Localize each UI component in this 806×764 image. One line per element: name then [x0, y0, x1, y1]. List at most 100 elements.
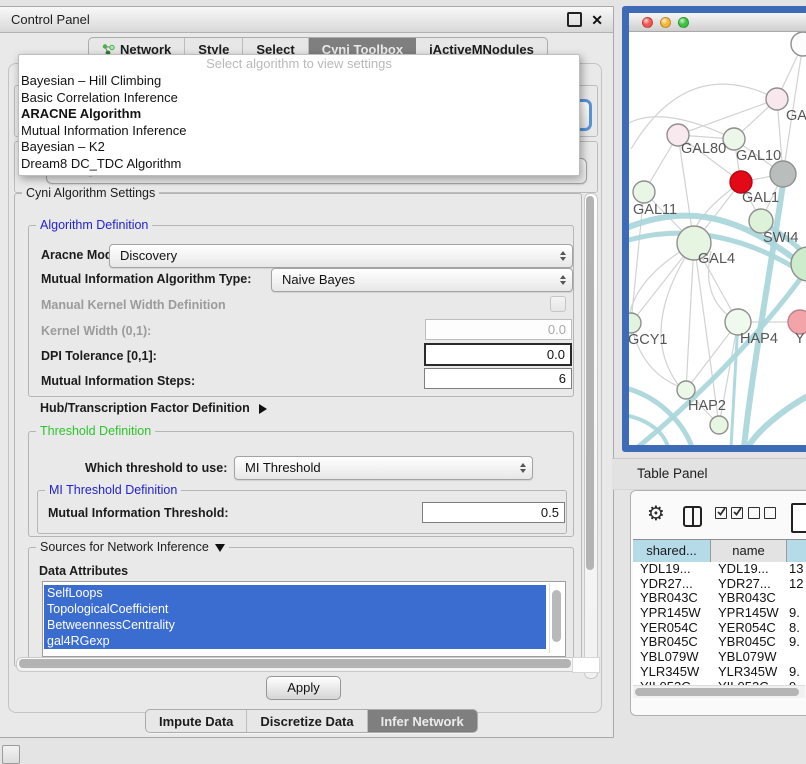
- mi-type-label: Mutual Information Algorithm Type:: [41, 272, 251, 286]
- table-row[interactable]: YDL19...YDL19...13: [633, 562, 806, 577]
- node-label-swi4: SWI4: [763, 230, 798, 246]
- table-row[interactable]: YBR043CYBR043C: [633, 591, 806, 606]
- data-attributes-listbox[interactable]: SelfLoopsTopologicalCoefficientBetweenne…: [42, 581, 566, 657]
- apply-button[interactable]: Apply: [266, 676, 341, 700]
- tab-discretize-data[interactable]: Discretize Data: [247, 710, 367, 732]
- combo-arrows-icon: [560, 251, 566, 261]
- chevron-right-icon: [259, 404, 267, 414]
- settings-hscroll-thumb[interactable]: [19, 659, 571, 668]
- algorithm-option-basic-correlation-inference[interactable]: Basic Correlation Inference: [19, 90, 579, 107]
- table-horizontal-scrollbar[interactable]: [633, 685, 805, 698]
- combo-arrows-icon: [520, 463, 526, 473]
- network-node-hap2[interactable]: [677, 381, 695, 399]
- algorithm-option-bayesian-k2[interactable]: Bayesian – K2: [19, 139, 579, 156]
- table-cell: [787, 591, 806, 606]
- algorithm-definition-group: Algorithm Definition Aracne Mode: Discov…: [28, 225, 574, 397]
- node-label-gal10: GAL10: [736, 148, 781, 164]
- network-edge[interactable]: [686, 243, 694, 390]
- minimized-panel-icon[interactable]: [2, 745, 20, 764]
- network-node-gal10[interactable]: [723, 128, 745, 150]
- table-row[interactable]: YLR345WYLR345W9.: [633, 665, 806, 680]
- tab-impute-data[interactable]: Impute Data: [146, 710, 247, 732]
- network-graph[interactable]: GALGAL80GAL10GAL1GAL11SWI4GAL4GCY1HAP4YH…: [629, 32, 806, 445]
- aracne-mode-combo[interactable]: Discovery: [109, 244, 573, 268]
- float-panel-icon[interactable]: [567, 12, 582, 27]
- table-toolbar: ⚙: [631, 491, 806, 537]
- file-icon[interactable]: [791, 503, 806, 533]
- zoom-window-icon[interactable]: [678, 17, 689, 28]
- control-panel-titlebar: Control Panel ✕: [0, 7, 613, 33]
- minimize-window-icon[interactable]: [660, 17, 671, 28]
- network-node[interactable]: [791, 32, 806, 56]
- data-attribute-item[interactable]: BetweennessCentrality: [44, 617, 546, 633]
- network-node-gal[interactable]: [766, 88, 788, 110]
- select-all-icon[interactable]: [715, 507, 743, 519]
- network-node-gal11[interactable]: [633, 181, 655, 203]
- column-header-name[interactable]: name: [711, 540, 787, 563]
- table-row[interactable]: YBR045CYBR045C9.: [633, 635, 806, 650]
- aracne-mode-value: Discovery: [110, 245, 572, 266]
- network-node[interactable]: [710, 416, 728, 434]
- table-cell: YER054C: [711, 621, 787, 636]
- dropdown-placeholder: Select algorithm to view settings: [19, 55, 579, 73]
- table-cell: YER054C: [633, 621, 711, 636]
- manual-kernel-checkbox[interactable]: [550, 296, 566, 312]
- table-cell: 9.: [787, 606, 806, 621]
- mi-threshold-group: MI Threshold Definition Mutual Informati…: [37, 490, 567, 534]
- network-view-window[interactable]: GALGAL80GAL10GAL1GAL11SWI4GAL4GCY1HAP4YH…: [622, 6, 806, 452]
- table-row[interactable]: YBL079WYBL079W: [633, 650, 806, 665]
- mi-type-combo[interactable]: Naive Bayes: [271, 268, 573, 292]
- table-panel-title: Table Panel: [637, 466, 708, 481]
- which-threshold-label: Which threshold to use:: [85, 461, 227, 475]
- algorithm-option-dream8-dc-tdc-algorithm[interactable]: Dream8 DC_TDC Algorithm: [19, 156, 579, 173]
- table-hscroll-thumb[interactable]: [635, 688, 799, 696]
- control-panel-window: Control Panel ✕ NetworkStyleSelectCyni T…: [0, 6, 614, 738]
- table-row[interactable]: YER054CYER054C8.: [633, 621, 806, 636]
- network-node-gcy1[interactable]: [629, 313, 641, 333]
- mi-threshold-field[interactable]: 0.5: [422, 502, 565, 523]
- node-label-gal1: GAL1: [742, 190, 779, 206]
- list-scrollbar[interactable]: [549, 583, 563, 653]
- close-panel-icon[interactable]: ✕: [591, 13, 603, 27]
- table-cell: YBR043C: [711, 591, 787, 606]
- data-attribute-item[interactable]: SelfLoops: [44, 585, 546, 601]
- deselect-all-icon[interactable]: [748, 507, 776, 519]
- split-columns-icon[interactable]: [683, 506, 702, 527]
- close-window-icon[interactable]: [642, 17, 653, 28]
- threshold-definition-group: Threshold Definition Which threshold to …: [28, 431, 574, 537]
- data-attribute-item[interactable]: TopologicalCoefficient: [44, 601, 546, 617]
- settings-horizontal-scrollbar[interactable]: [16, 657, 584, 672]
- network-node[interactable]: [791, 247, 806, 281]
- dpi-tolerance-field[interactable]: 0.0: [424, 343, 572, 366]
- node-label-y: Y: [795, 331, 805, 347]
- kernel-width-field[interactable]: 0.0: [425, 319, 572, 340]
- algorithm-option-mutual-information-inference[interactable]: Mutual Information Inference: [19, 123, 579, 140]
- sources-group-title[interactable]: Sources for Network Inference: [36, 540, 229, 555]
- table-row[interactable]: YPR145WYPR145W9.: [633, 606, 806, 621]
- list-scrollbar-thumb[interactable]: [552, 590, 561, 642]
- algorithm-option-aracne-algorithm[interactable]: ARACNE Algorithm: [19, 106, 579, 123]
- settings-gear-icon[interactable]: ⚙: [647, 500, 665, 526]
- algorithm-option-bayesian-hill-climbing[interactable]: Bayesian – Hill Climbing: [19, 73, 579, 90]
- mi-steps-field[interactable]: 6: [424, 368, 572, 389]
- hub-definition-toggle[interactable]: Hub/Transcription Factor Definition: [40, 401, 267, 415]
- tab-infer-network[interactable]: Infer Network: [368, 710, 477, 732]
- kernel-width-label: Kernel Width (0,1):: [41, 324, 151, 338]
- chevron-down-icon: [215, 544, 225, 552]
- manual-kernel-label: Manual Kernel Width Definition: [41, 298, 226, 312]
- network-canvas[interactable]: GALGAL80GAL10GAL1GAL11SWI4GAL4GCY1HAP4YH…: [629, 32, 806, 445]
- column-header-shared[interactable]: shared...: [633, 540, 711, 563]
- settings-vscroll-thumb[interactable]: [586, 196, 594, 570]
- table-cell: [787, 650, 806, 665]
- data-attribute-item[interactable]: gal4RGexp: [44, 633, 546, 649]
- network-node[interactable]: [770, 161, 796, 187]
- table-cell: YDL19...: [711, 562, 787, 577]
- column-header-col2[interactable]: [787, 540, 806, 563]
- which-threshold-combo[interactable]: MI Threshold: [234, 456, 533, 480]
- table-row[interactable]: YDR27...YDR27...12: [633, 577, 806, 592]
- network-edge-highlighted[interactable]: [748, 397, 806, 445]
- node-label-gal80: GAL80: [681, 141, 726, 157]
- table-cell: 9.: [787, 635, 806, 650]
- settings-vertical-scrollbar[interactable]: [584, 193, 598, 679]
- table-cell: YBL079W: [633, 650, 711, 665]
